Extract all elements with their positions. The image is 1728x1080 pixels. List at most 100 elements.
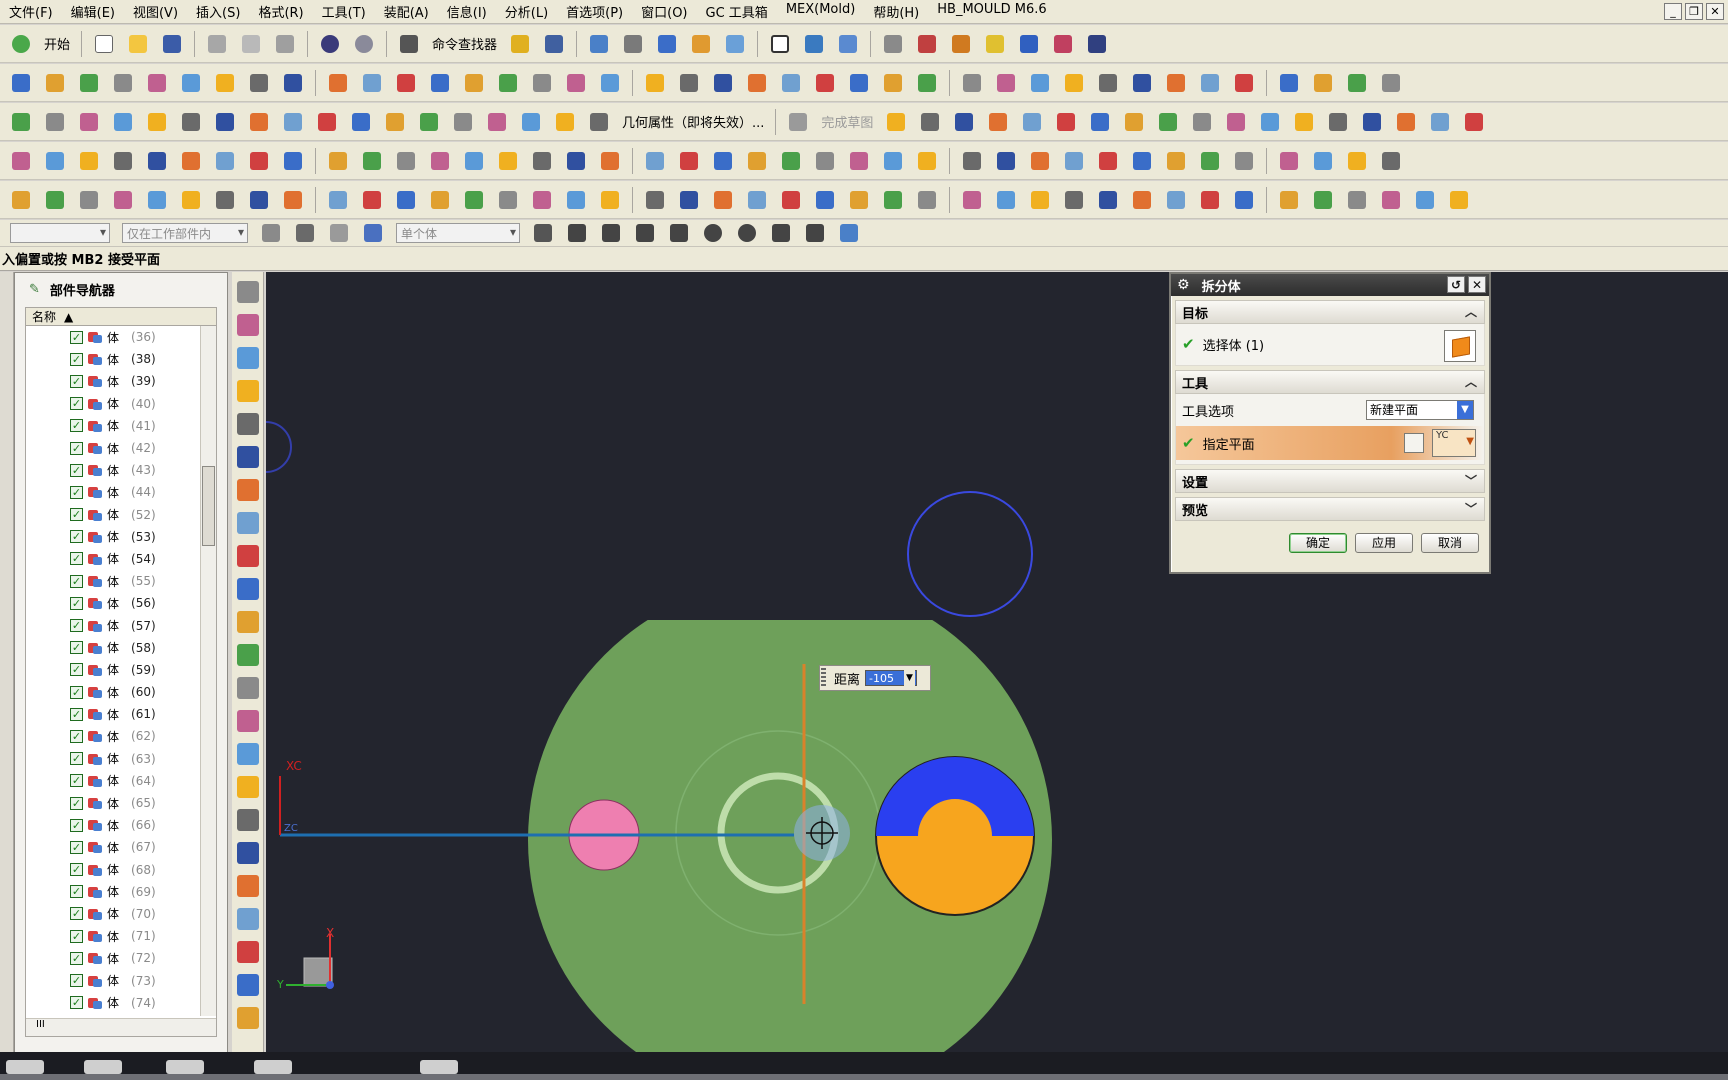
surface-tool-36-icon[interactable] [1276,70,1302,96]
feature-tool-17-icon[interactable] [597,187,623,213]
save-icon[interactable] [159,31,185,57]
finish-sketch-button[interactable]: 完成草图 [821,112,873,131]
side-tool-20-icon[interactable] [236,941,259,963]
tree-row[interactable]: ✓ 体 (60) [26,681,216,703]
curve-tool-33-icon[interactable] [1163,148,1189,174]
side-tool-8-icon[interactable] [236,545,259,567]
curve-tool-19-icon[interactable] [676,148,702,174]
visibility-checkbox[interactable]: ✓ [70,485,83,499]
surface-tool-9-icon[interactable] [325,70,351,96]
surface-tool-32-icon[interactable] [1129,70,1155,96]
snap-icon[interactable] [292,220,318,246]
tree-row[interactable]: ✓ 体 (69) [26,881,216,903]
curve-tool-6-icon[interactable] [212,148,238,174]
tree-row[interactable]: ✓ 体 (39) [26,370,216,392]
menu-item-12[interactable]: MEX(Mold) [777,2,865,21]
undo-icon[interactable] [317,31,343,57]
close-window-button[interactable]: ✕ [1706,3,1724,20]
surface-tool-15-icon[interactable] [529,70,555,96]
tree-row[interactable]: ✓ 体 (55) [26,570,216,592]
tree-row[interactable]: ✓ 体 (43) [26,459,216,481]
gear-icon[interactable]: ⚙ [1177,277,1190,293]
side-tool-3-icon[interactable] [236,380,259,402]
vertical-scrollbar[interactable] [200,326,216,1016]
curve-tool-17-icon[interactable] [597,148,623,174]
magic-wand-icon[interactable] [507,31,533,57]
sketch-tool-1-icon[interactable] [42,109,68,135]
menu-item-5[interactable]: 工具(T) [313,2,375,21]
select-body-row[interactable]: ✔ 选择体 (1) [1182,330,1478,362]
side-tool-5-icon[interactable] [236,446,259,468]
surface-tool-17-icon[interactable] [597,70,623,96]
finish-sketch-icon[interactable] [785,109,811,135]
surface-tool-21-icon[interactable] [744,70,770,96]
side-tool-12-icon[interactable] [236,677,259,699]
open-file-icon[interactable] [125,31,151,57]
curve-tool-5-icon[interactable] [178,148,204,174]
quadrant-icon[interactable] [734,220,760,246]
chevron-down-icon[interactable]: ﹀ [1462,472,1480,490]
feature-tool-39-icon[interactable] [1378,187,1404,213]
tree-row[interactable]: ✓ 体 (61) [26,703,216,725]
visibility-checkbox[interactable]: ✓ [70,352,83,366]
feature-tool-36-icon[interactable] [1276,187,1302,213]
surface-tool-28-icon[interactable] [993,70,1019,96]
rule-combo[interactable]: 单个体 [396,223,520,243]
surface-tool-13-icon[interactable] [461,70,487,96]
side-tool-16-icon[interactable] [236,809,259,831]
distance-input[interactable]: -105 [865,670,918,686]
menu-item-11[interactable]: GC 工具箱 [697,2,777,21]
sketch-tool-6-icon[interactable] [212,109,238,135]
feature-tool-14-icon[interactable] [495,187,521,213]
intersection-icon[interactable] [666,220,692,246]
close-icon[interactable]: ✕ [1468,276,1486,293]
sketch-curve-15-icon[interactable] [1393,109,1419,135]
curve-tool-1-icon[interactable] [42,148,68,174]
sketch-tool-12-icon[interactable] [416,109,442,135]
curve-tool-26-icon[interactable] [914,148,940,174]
tree-row[interactable]: ✓ 体 (68) [26,859,216,881]
side-tool-2-icon[interactable] [236,347,259,369]
sketch-curve-6-icon[interactable] [1087,109,1113,135]
tree-row[interactable]: ✓ 体 (63) [26,748,216,770]
visibility-checkbox[interactable]: ✓ [70,840,83,854]
curve-tool-22-icon[interactable] [778,148,804,174]
curve-tool-28-icon[interactable] [993,148,1019,174]
curve-tool-0-icon[interactable] [8,148,34,174]
feature-tool-23-icon[interactable] [812,187,838,213]
sketch-tool-10-icon[interactable] [348,109,374,135]
curve-tool-29-icon[interactable] [1027,148,1053,174]
curve-tool-10-icon[interactable] [359,148,385,174]
move-component-icon[interactable] [835,31,861,57]
surface-tool-31-icon[interactable] [1095,70,1121,96]
curve-tool-13-icon[interactable] [461,148,487,174]
feature-tool-30-icon[interactable] [1061,187,1087,213]
tree-row[interactable]: ✓ 体 (65) [26,792,216,814]
curve-tool-25-icon[interactable] [880,148,906,174]
outline-circle[interactable] [907,491,1033,617]
side-tool-9-icon[interactable] [236,578,259,600]
sketch-tool-7-icon[interactable] [246,109,272,135]
menu-item-14[interactable]: HB_MOULD M6.6 [928,2,1055,21]
visibility-checkbox[interactable]: ✓ [70,330,83,344]
curve-tool-3-icon[interactable] [110,148,136,174]
restore-button[interactable]: ❐ [1685,3,1703,20]
tree-row[interactable]: ✓ 体 (73) [26,969,216,991]
side-tool-15-icon[interactable] [236,776,259,798]
feature-tool-32-icon[interactable] [1129,187,1155,213]
menu-item-1[interactable]: 编辑(E) [62,2,124,21]
side-tool-18-icon[interactable] [236,875,259,897]
surface-tool-39-icon[interactable] [1378,70,1404,96]
visibility-checkbox[interactable]: ✓ [70,774,83,788]
surface-tool-25-icon[interactable] [880,70,906,96]
feature-tool-6-icon[interactable] [212,187,238,213]
scroll-thumb[interactable] [202,466,215,546]
sketch-tool-17-icon[interactable] [586,109,612,135]
feature-tool-24-icon[interactable] [846,187,872,213]
side-tool-13-icon[interactable] [236,710,259,732]
select-box-icon[interactable] [326,220,352,246]
arc-center-icon[interactable] [700,220,726,246]
surface-tool-22-icon[interactable] [778,70,804,96]
chevron-up-icon[interactable]: ︿ [1462,373,1480,391]
menu-item-9[interactable]: 首选项(P) [557,2,632,21]
